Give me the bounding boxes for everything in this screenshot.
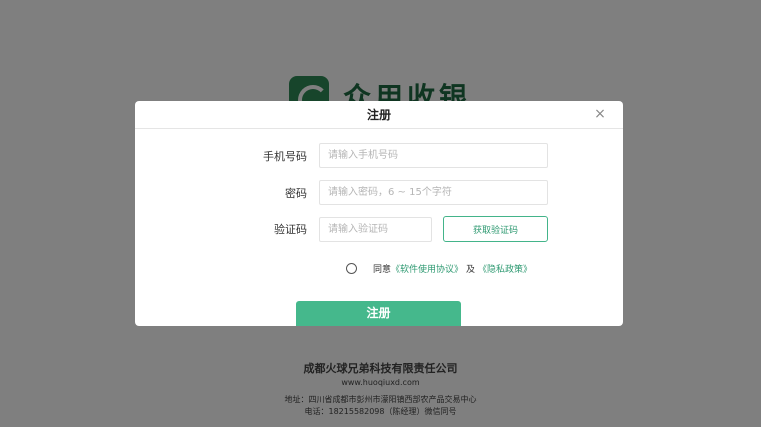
phone-label: 手机号码 — [263, 149, 307, 163]
dialog-header: 注册 × — [135, 101, 623, 129]
code-row: 验证码 获取验证码 — [247, 216, 548, 242]
get-code-button[interactable]: 获取验证码 — [443, 216, 548, 242]
code-label: 验证码 — [274, 223, 307, 236]
agree-prefix: 同意 — [373, 265, 392, 275]
close-icon[interactable]: × — [593, 107, 607, 121]
register-dialog: 注册 × 手机号码 密码 验证码 获取验证码 同意 《软件使用协议》 及 《隐私… — [135, 101, 623, 326]
agreement-row: 同意 《软件使用协议》 及 《隐私政策》 — [346, 262, 532, 275]
register-button[interactable]: 注册 — [296, 301, 461, 326]
password-label: 密码 — [285, 186, 307, 200]
password-input[interactable] — [319, 180, 548, 205]
phone-input[interactable] — [319, 143, 548, 168]
code-input[interactable] — [319, 216, 432, 242]
password-row: 密码 — [247, 180, 548, 205]
privacy-link[interactable]: 《隐私政策》 — [478, 262, 532, 275]
dialog-title: 注册 — [366, 108, 391, 122]
agree-radio[interactable] — [346, 263, 357, 274]
agree-and: 及 — [466, 265, 476, 275]
terms-link[interactable]: 《软件使用协议》 — [391, 262, 463, 275]
phone-row: 手机号码 — [247, 143, 548, 168]
